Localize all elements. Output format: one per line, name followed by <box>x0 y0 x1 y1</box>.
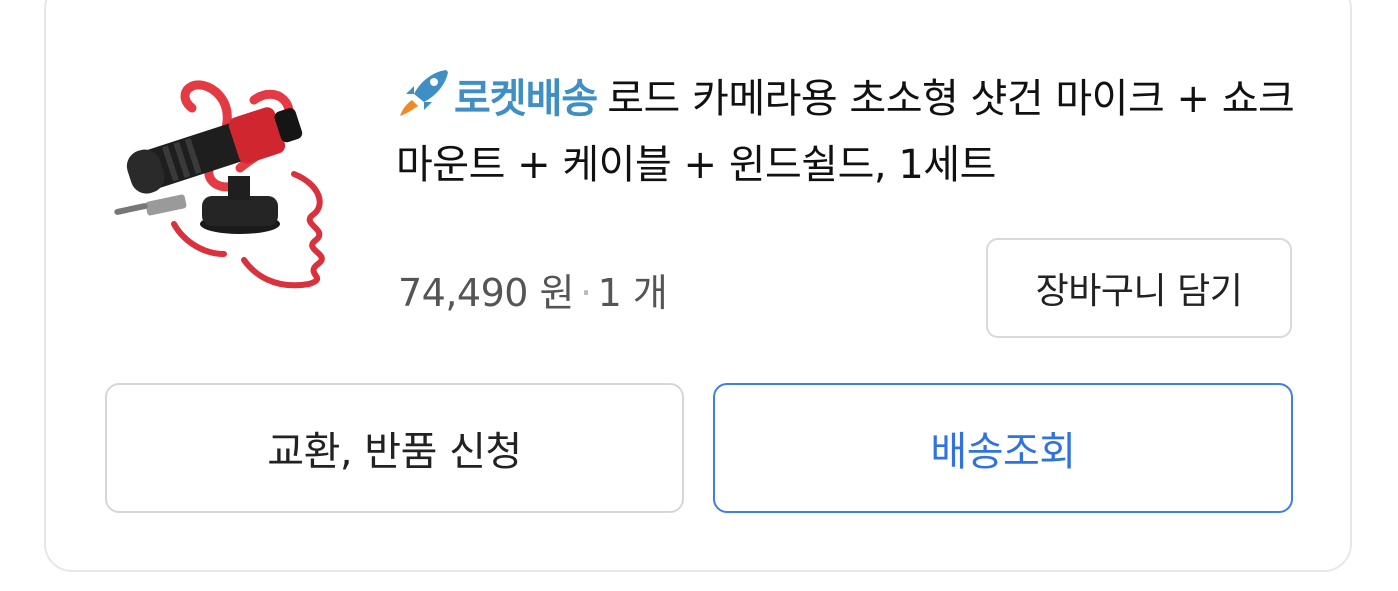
price-quantity-line: 74,490 원 · 1 개 <box>398 262 668 317</box>
rocket-delivery-badge: 로켓배송 <box>454 76 598 122</box>
add-to-cart-label: 장바구니 담기 <box>1035 271 1243 312</box>
track-delivery-label: 배송조회 <box>930 429 1076 475</box>
product-price: 74,490 원 <box>398 271 575 315</box>
product-image[interactable] <box>104 64 340 292</box>
return-exchange-label: 교환, 반품 신청 <box>267 429 522 475</box>
product-quantity: 1 개 <box>597 271 668 315</box>
return-exchange-button[interactable]: 교환, 반품 신청 <box>105 383 684 513</box>
track-delivery-button[interactable]: 배송조회 <box>713 383 1293 513</box>
add-to-cart-button[interactable]: 장바구니 담기 <box>986 238 1292 338</box>
product-title[interactable]: 로켓배송 로드 카메라용 초소형 샷건 마이크 + 쇼크마운트 + 케이블 + 윈… <box>396 66 1296 198</box>
separator-dot: · <box>580 271 592 315</box>
rocket-icon <box>400 70 448 116</box>
